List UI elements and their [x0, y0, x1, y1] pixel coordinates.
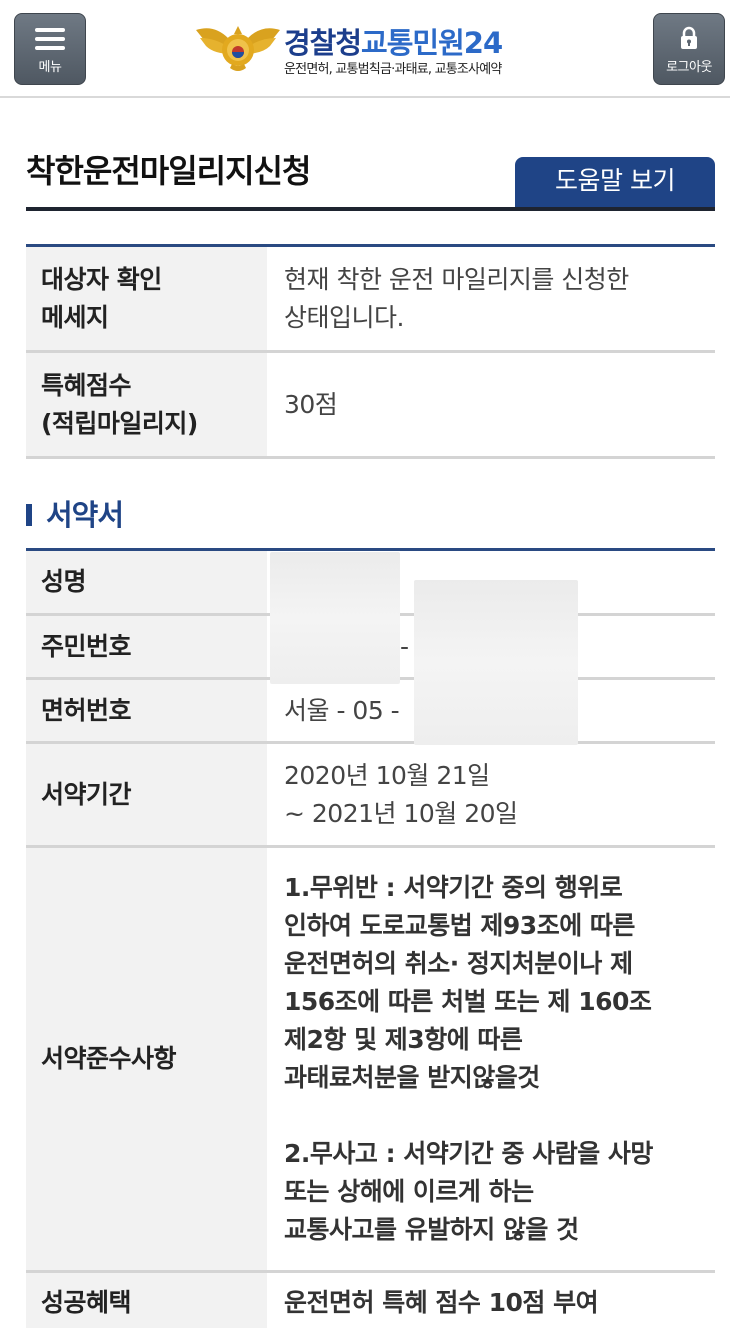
logout-button-label: 로그아웃	[666, 60, 712, 75]
title-divider	[26, 207, 715, 211]
row-label-bonus-points: 특혜점수 (적립마일리지)	[26, 353, 267, 456]
row-value-target-message: 현재 착한 운전 마일리지를 신청한 상태입니다.	[284, 264, 629, 332]
row-value-bonus-points: 30점	[284, 389, 338, 419]
row-value-pledge-period: 2020년 10월 21일 ~ 2021년 10월 20일	[284, 760, 518, 828]
section-marker	[26, 504, 32, 526]
menu-button[interactable]: 메뉴	[14, 13, 86, 85]
row-label-name: 성명	[26, 551, 267, 613]
row-label-resident-number: 주민번호	[26, 616, 267, 677]
section-title-pledge: 서약서	[26, 492, 124, 534]
help-button[interactable]: 도움말 보기	[515, 157, 715, 207]
lock-icon	[681, 26, 697, 49]
table-row: 대상자 확인 메세지 현재 착한 운전 마일리지를 신청한 상태입니다.	[26, 247, 715, 353]
table-row: 서약기간 2020년 10월 21일 ~ 2021년 10월 20일	[26, 744, 715, 848]
logout-button[interactable]: 로그아웃	[653, 13, 725, 85]
menu-button-label: 메뉴	[38, 60, 62, 75]
table-row: 성공혜택 운전면허 특혜 점수 10점 부여	[26, 1273, 715, 1328]
page-title: 착한운전마일리지신청	[26, 152, 311, 190]
table-row: 서약준수사항 1.무위반 : 서약기간 중의 행위로 인하여 도로교통법 제93…	[26, 848, 715, 1273]
table-row: 면허번호 서울 - 05 -	[26, 680, 715, 744]
row-label-success-benefit: 성공혜택	[26, 1273, 267, 1328]
row-value-success-benefit: 운전면허 특혜 점수 10점 부여	[284, 1287, 599, 1317]
police-emblem-icon	[196, 26, 280, 71]
app-header: 메뉴 경찰청교통민원24 운전면허, 교통범칙금·과태료, 교통조사예약 로그아…	[0, 0, 730, 98]
table-row: 특혜점수 (적립마일리지) 30점	[26, 353, 715, 459]
brand-subtitle: 운전면허, 교통범칙금·과태료, 교통조사예약	[284, 62, 502, 77]
hamburger-icon	[35, 28, 65, 50]
row-label-target-message: 대상자 확인 메세지	[26, 247, 267, 350]
row-label-compliance: 서약준수사항	[26, 848, 267, 1270]
brand-title: 경찰청교통민원24	[284, 26, 503, 60]
row-label-pledge-period: 서약기간	[26, 744, 267, 845]
redaction-block	[270, 552, 400, 684]
status-table: 대상자 확인 메세지 현재 착한 운전 마일리지를 신청한 상태입니다. 특혜점…	[26, 244, 715, 459]
row-value-compliance: 1.무위반 : 서약기간 중의 행위로 인하여 도로교통법 제93조에 따른 운…	[284, 873, 653, 1244]
row-label-license-number: 면허번호	[26, 680, 267, 741]
redaction-block	[414, 580, 578, 745]
